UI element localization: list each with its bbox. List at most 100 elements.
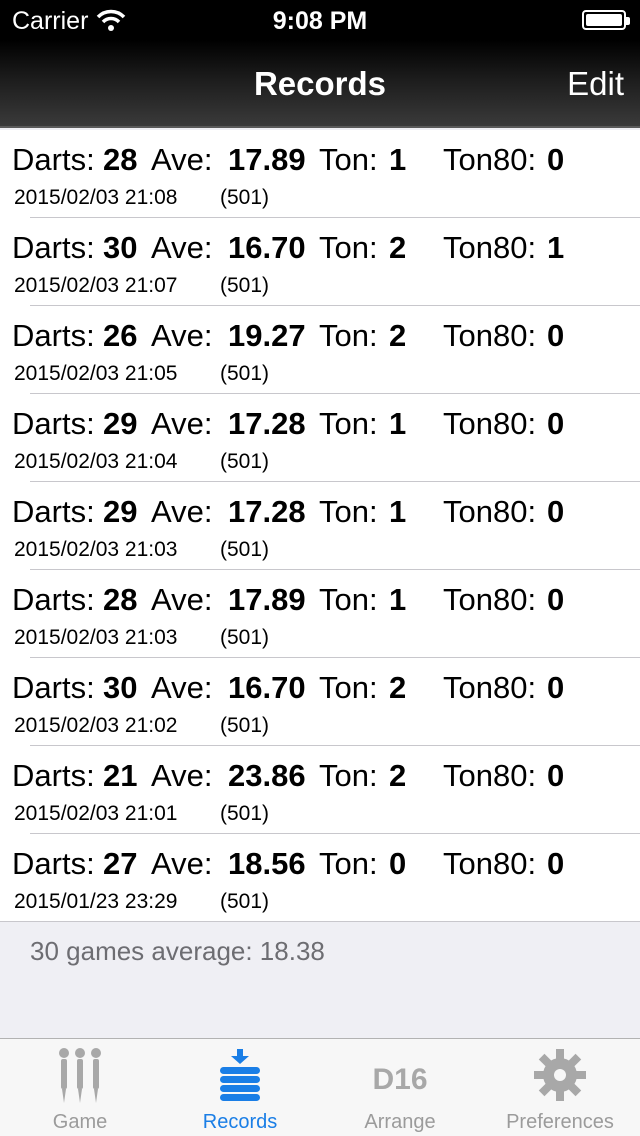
game-mode: (501)	[220, 450, 270, 473]
ton-label: Ton:	[319, 846, 378, 881]
tab-bar: Game Records D16 Arrange Preferences	[0, 1038, 640, 1136]
ton80-value: 0	[547, 406, 565, 441]
ton80-value: 0	[547, 670, 565, 705]
ave-value: 23.86	[228, 758, 306, 793]
tab-game[interactable]: Game	[0, 1039, 160, 1136]
ton-label: Ton:	[319, 758, 378, 793]
record-date: 2015/02/03 21:04	[14, 450, 178, 473]
record-row[interactable]: Darts: 28 Ave: 17.89 Ton: 1 Ton80: 0 2015/02/03 …	[0, 570, 640, 658]
ton-value: 2	[389, 318, 407, 353]
darts-value: 30	[103, 230, 138, 265]
darts-value: 30	[103, 670, 138, 705]
ton80-value: 1	[547, 230, 565, 265]
ton-value: 1	[389, 494, 407, 529]
record-meta: 2015/02/03 21:03 (501)	[14, 626, 269, 650]
darts-value: 28	[103, 582, 138, 617]
svg-text:D16: D16	[372, 1063, 427, 1096]
status-bar: Carrier 9:08 PM	[0, 0, 640, 40]
ave-label: Ave:	[151, 846, 213, 881]
record-date: 2015/02/03 21:03	[14, 626, 178, 649]
darts-value: 26	[103, 318, 138, 353]
ton80-value: 0	[547, 318, 565, 353]
game-mode: (501)	[220, 362, 270, 385]
ton-label: Ton:	[319, 318, 378, 353]
record-date: 2015/02/03 21:02	[14, 714, 178, 737]
record-row[interactable]: Darts: 28 Ave: 17.89 Ton: 1 Ton80: 0 2015/02/03 …	[0, 130, 640, 218]
record-meta: 2015/02/03 21:07 (501)	[14, 274, 269, 298]
darts-value: 27	[103, 846, 138, 881]
record-row[interactable]: Darts: 30 Ave: 16.70 Ton: 2 Ton80: 1 2015/02/03 …	[0, 218, 640, 306]
darts-value: 29	[103, 406, 138, 441]
darts-label: Darts:	[12, 142, 95, 177]
ton80-value: 0	[547, 758, 565, 793]
record-row[interactable]: Darts: 29 Ave: 17.28 Ton: 1 Ton80: 0 2015/02/03 …	[0, 482, 640, 570]
ave-value: 17.89	[228, 582, 306, 617]
record-date: 2015/02/03 21:03	[14, 538, 178, 561]
ton-value: 1	[389, 406, 407, 441]
ton-value: 1	[389, 142, 407, 177]
record-date: 2015/02/03 21:05	[14, 362, 178, 385]
record-row[interactable]: Darts: 29 Ave: 17.28 Ton: 1 Ton80: 0 2015/02/03 …	[0, 394, 640, 482]
edit-button[interactable]: Edit	[567, 65, 624, 103]
game-mode: (501)	[220, 538, 270, 561]
darts-label: Darts:	[12, 406, 95, 441]
tab-preferences[interactable]: Preferences	[480, 1039, 640, 1136]
ton-value: 2	[389, 670, 407, 705]
record-row[interactable]: Darts: 21 Ave: 23.86 Ton: 2 Ton80: 0 2015/02/03 …	[0, 746, 640, 834]
ton-value: 0	[389, 846, 407, 881]
game-mode: (501)	[220, 890, 270, 913]
records-stack-icon	[220, 1049, 260, 1101]
record-meta: 2015/02/03 21:03 (501)	[14, 538, 269, 562]
record-row[interactable]: Darts: 26 Ave: 19.27 Ton: 2 Ton80: 0 2015/02/03 …	[0, 306, 640, 394]
ton80-label: Ton80:	[443, 142, 537, 177]
record-row[interactable]: Darts: 27 Ave: 18.56 Ton: 0 Ton80: 0 2015/01/23 …	[0, 834, 640, 922]
record-meta: 2015/02/03 21:04 (501)	[14, 450, 269, 474]
ton80-value: 0	[547, 846, 565, 881]
ton80-label: Ton80:	[443, 758, 537, 793]
ton-label: Ton:	[319, 582, 378, 617]
ave-value: 16.70	[228, 230, 306, 265]
ave-label: Ave:	[151, 670, 213, 705]
ton-value: 1	[389, 582, 407, 617]
tab-arrange[interactable]: D16 Arrange	[320, 1039, 480, 1136]
darts-value: 28	[103, 142, 138, 177]
ton80-label: Ton80:	[443, 230, 537, 265]
ton-label: Ton:	[319, 230, 378, 265]
record-meta: 2015/02/03 21:05 (501)	[14, 362, 269, 386]
ave-label: Ave:	[151, 406, 213, 441]
ave-value: 17.89	[228, 142, 306, 177]
ton80-label: Ton80:	[443, 582, 537, 617]
game-mode: (501)	[220, 274, 270, 297]
darts-value: 29	[103, 494, 138, 529]
record-row[interactable]: Darts: 30 Ave: 16.70 Ton: 2 Ton80: 0 2015/02/03 …	[0, 658, 640, 746]
record-meta: 2015/02/03 21:08 (501)	[14, 186, 269, 210]
page-title: Records	[253, 65, 387, 102]
tab-label: Preferences	[506, 1111, 614, 1133]
tab-label: Game	[52, 1111, 108, 1133]
record-meta: 2015/02/03 21:02 (501)	[14, 714, 269, 738]
ton-label: Ton:	[319, 670, 378, 705]
ton80-label: Ton80:	[443, 494, 537, 529]
ave-value: 17.28	[228, 494, 306, 529]
ton80-value: 0	[547, 142, 565, 177]
tab-label: Records	[202, 1111, 278, 1133]
navigation-bar: Records Edit	[0, 40, 640, 128]
record-meta: 2015/01/23 23:29 (501)	[14, 890, 269, 914]
ave-value: 18.56	[228, 846, 306, 881]
ton80-value: 0	[547, 494, 565, 529]
ton-label: Ton:	[319, 494, 378, 529]
battery-icon	[582, 10, 630, 30]
ave-label: Ave:	[151, 494, 213, 529]
ave-label: Ave:	[151, 582, 213, 617]
ton80-label: Ton80:	[443, 846, 537, 881]
darts-label: Darts:	[12, 318, 95, 353]
game-mode: (501)	[220, 802, 270, 825]
ton-value: 2	[389, 230, 407, 265]
average-summary: 30 games average: 18.38	[30, 936, 325, 966]
tab-records[interactable]: Records	[160, 1039, 320, 1136]
game-mode: (501)	[220, 714, 270, 737]
ave-label: Ave:	[151, 142, 213, 177]
record-date: 2015/01/23 23:29	[14, 890, 178, 913]
d16-icon: D16	[372, 1063, 427, 1096]
ave-label: Ave:	[151, 230, 213, 265]
